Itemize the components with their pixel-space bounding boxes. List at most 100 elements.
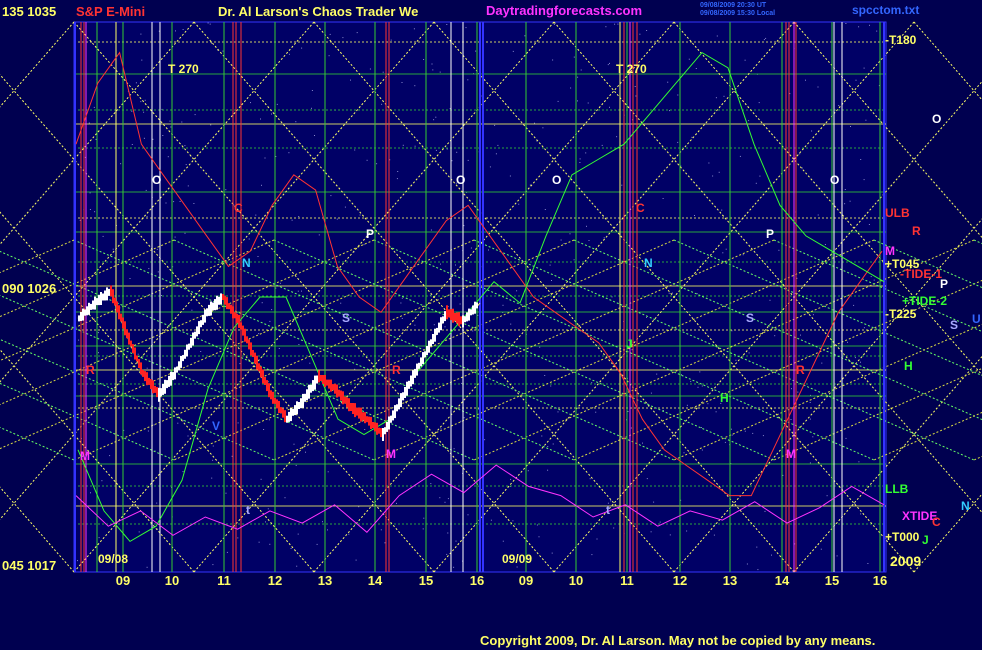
price-bar xyxy=(336,384,338,398)
star xyxy=(538,536,540,538)
star xyxy=(269,320,271,322)
price-bar xyxy=(404,387,406,398)
star xyxy=(248,238,250,240)
star xyxy=(762,435,764,437)
star xyxy=(340,302,342,304)
x-tick-label: 15 xyxy=(419,573,433,588)
price-bar xyxy=(170,371,172,386)
star xyxy=(440,263,441,265)
price-bar xyxy=(182,355,184,362)
x-tick-label: 11 xyxy=(217,573,231,588)
price-bar xyxy=(216,295,218,310)
star xyxy=(222,50,224,52)
price-bar xyxy=(328,379,330,389)
price-bar xyxy=(230,304,232,314)
date-session1: 09/08 xyxy=(98,552,128,566)
star xyxy=(585,152,587,154)
price-bar xyxy=(236,313,238,323)
star xyxy=(552,248,554,249)
star xyxy=(677,141,679,143)
price-bar xyxy=(92,300,94,310)
diagonal-line xyxy=(0,426,75,461)
star xyxy=(422,528,424,530)
star xyxy=(182,29,184,30)
star xyxy=(591,554,593,556)
star xyxy=(869,24,870,26)
star xyxy=(263,429,265,430)
price-bar xyxy=(326,379,328,386)
star xyxy=(536,524,538,526)
price-bar xyxy=(398,398,400,410)
chart-marker-label: O xyxy=(552,173,561,187)
right-label: P xyxy=(940,277,948,291)
price-bar xyxy=(206,308,208,317)
price-bar xyxy=(376,422,378,435)
price-bar xyxy=(280,407,282,414)
chart-marker-label: O xyxy=(152,173,161,187)
price-bar xyxy=(96,298,98,306)
price-bar xyxy=(408,380,410,389)
price-bar xyxy=(364,412,366,424)
price-bar xyxy=(98,295,100,306)
star xyxy=(439,497,441,499)
price-bar xyxy=(160,388,162,397)
right-label: S xyxy=(950,318,958,332)
price-bar xyxy=(440,317,442,331)
star xyxy=(184,145,186,147)
star xyxy=(98,537,100,539)
star xyxy=(730,428,732,430)
star xyxy=(516,566,518,568)
price-bar xyxy=(188,343,190,350)
star xyxy=(157,271,159,273)
price-bar xyxy=(256,355,258,370)
price-bar xyxy=(218,296,220,305)
star xyxy=(396,178,398,180)
price-bar xyxy=(292,408,294,416)
price-bar xyxy=(210,301,212,316)
star xyxy=(131,144,133,145)
star xyxy=(489,166,491,168)
star xyxy=(725,248,727,250)
star xyxy=(713,534,715,536)
price-bar xyxy=(424,351,426,358)
star xyxy=(89,209,91,210)
star xyxy=(209,23,211,25)
price-bar xyxy=(130,340,132,347)
star xyxy=(371,478,373,480)
star xyxy=(156,502,158,504)
star xyxy=(327,471,329,473)
star xyxy=(518,203,520,205)
price-bar xyxy=(88,302,90,315)
star xyxy=(690,381,692,383)
star xyxy=(551,552,553,554)
price-bar xyxy=(350,403,352,411)
star xyxy=(193,203,195,204)
star xyxy=(630,427,632,429)
price-bar xyxy=(158,387,160,402)
price-bar xyxy=(282,408,284,418)
price-bar xyxy=(436,327,438,335)
star xyxy=(591,382,593,384)
star xyxy=(867,563,869,564)
price-bar xyxy=(470,309,472,316)
star xyxy=(478,408,480,410)
price-bar xyxy=(276,399,278,409)
star xyxy=(757,569,759,571)
price-bar xyxy=(84,309,86,316)
star xyxy=(863,179,865,181)
star xyxy=(699,371,701,373)
star xyxy=(873,279,875,281)
price-bar xyxy=(142,369,144,377)
star xyxy=(470,247,472,249)
star xyxy=(763,39,765,41)
price-bar xyxy=(138,359,140,368)
price-bar xyxy=(410,375,412,387)
star xyxy=(162,135,164,136)
star xyxy=(669,110,670,112)
star xyxy=(161,295,162,296)
star xyxy=(596,538,598,540)
star xyxy=(549,264,551,266)
price-bar xyxy=(198,321,200,335)
star xyxy=(267,508,269,510)
x-tick-label: 12 xyxy=(268,573,282,588)
